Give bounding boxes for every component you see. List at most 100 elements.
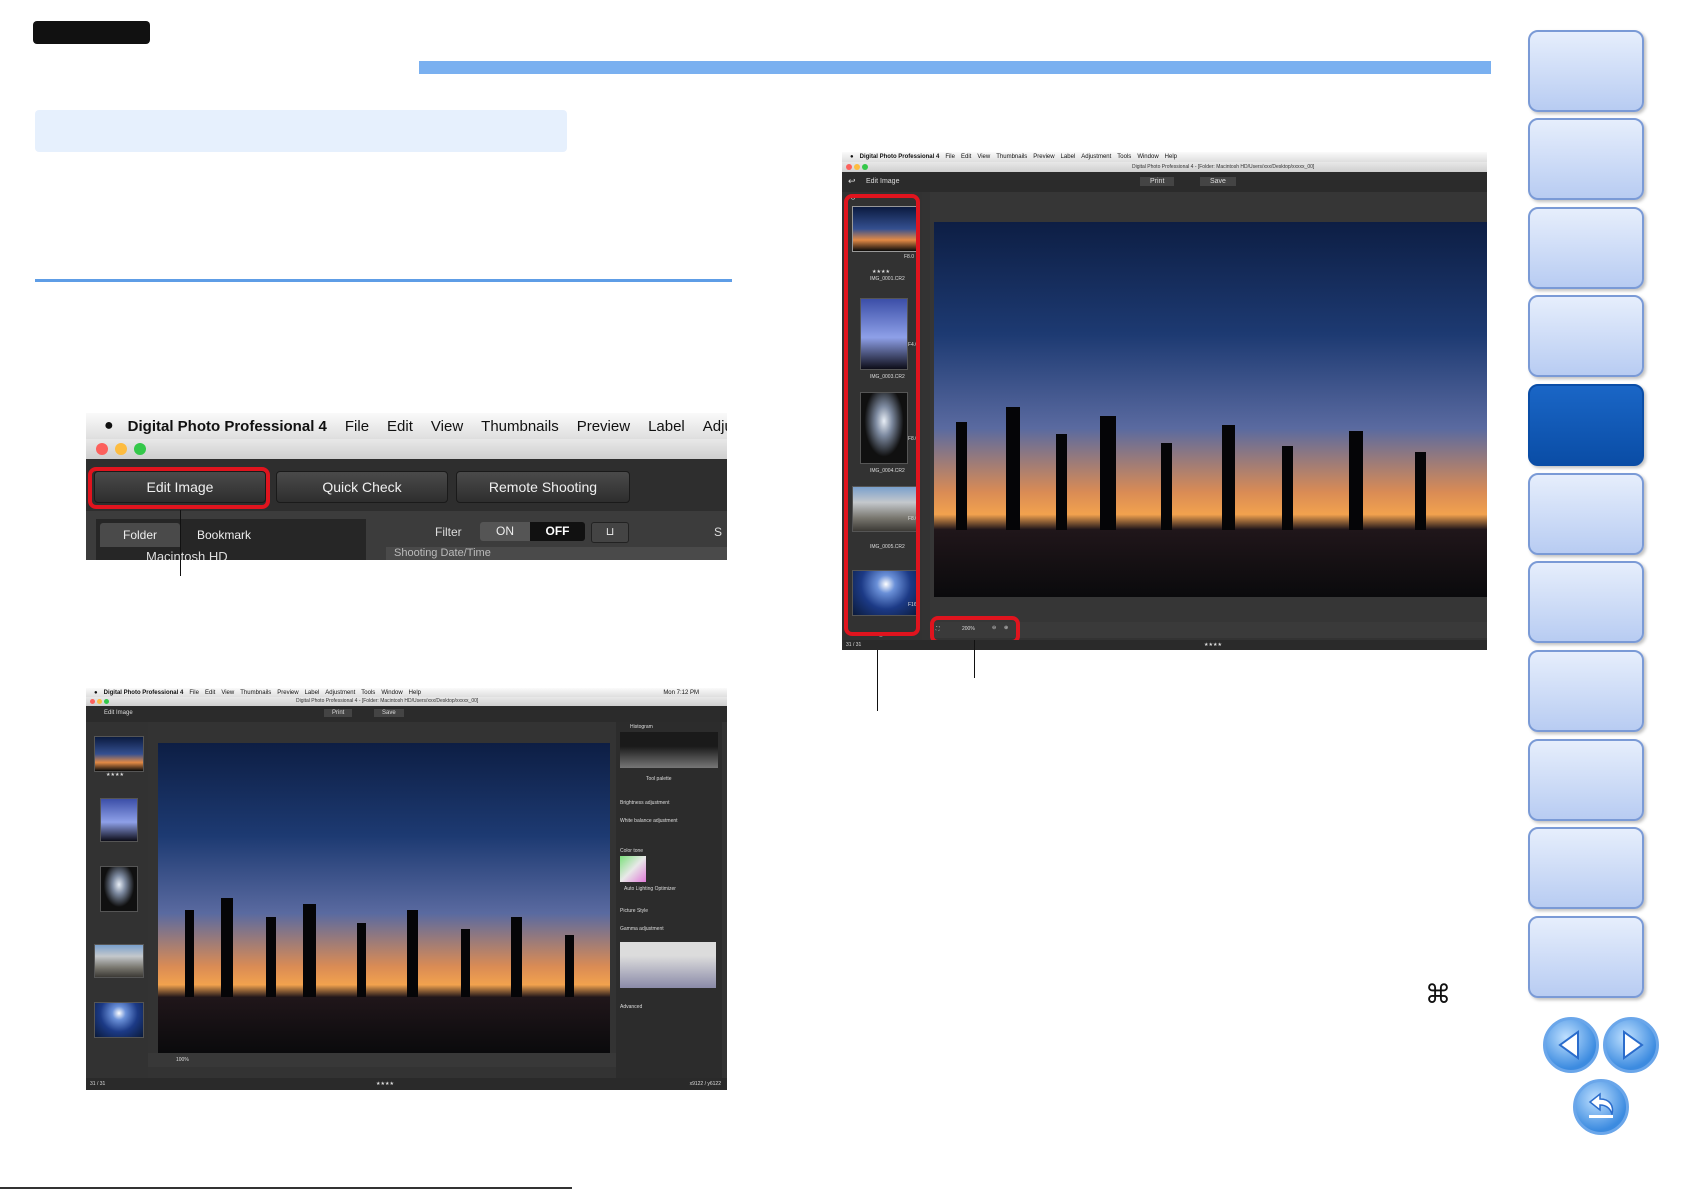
menu-preview[interactable]: Preview: [577, 418, 630, 435]
pixel-info: x9122 / y6122: [689, 1081, 721, 1087]
thumbnail[interactable]: [94, 944, 144, 978]
menu-edit[interactable]: Edit: [205, 690, 215, 696]
tab-folder[interactable]: Folder: [100, 523, 180, 547]
menu-app-name[interactable]: Digital Photo Professional 4: [104, 690, 184, 696]
tree-item-macintosh-hd[interactable]: Macintosh HD: [146, 549, 228, 560]
edit-image-leader: [180, 510, 181, 576]
remote-shooting-button[interactable]: Remote Shooting: [456, 471, 630, 503]
menu-label[interactable]: Label: [1061, 154, 1076, 160]
section-heading-box: [35, 110, 567, 152]
menu-thumbnails[interactable]: Thumbnails: [996, 154, 1027, 160]
menu-window[interactable]: Window: [1137, 154, 1158, 160]
brightness-label: Brightness adjustment: [620, 800, 670, 806]
thumbnail[interactable]: [94, 1002, 144, 1038]
apple-icon[interactable]: ●: [94, 690, 98, 696]
edit-image-mode-label[interactable]: Edit Image: [104, 710, 133, 716]
close-icon[interactable]: [96, 443, 108, 455]
close-icon[interactable]: [846, 164, 852, 170]
menu-file[interactable]: File: [189, 690, 199, 696]
minimize-icon[interactable]: [115, 443, 127, 455]
menu-thumbnails[interactable]: Thumbnails: [240, 690, 271, 696]
menu-label[interactable]: Label: [305, 690, 320, 696]
nav-tab-9[interactable]: [1528, 739, 1644, 821]
menu-view[interactable]: View: [221, 690, 234, 696]
menu-help[interactable]: Help: [1165, 154, 1177, 160]
menu-tools[interactable]: Tools: [361, 690, 375, 696]
menu-adjustment[interactable]: Adjustment: [325, 690, 355, 696]
zoom-controls-leader: [974, 640, 975, 678]
zoom-icon[interactable]: [862, 164, 868, 170]
back-icon[interactable]: ↩: [848, 176, 856, 187]
zoom-icon[interactable]: [104, 699, 109, 704]
apple-icon[interactable]: ●: [104, 417, 114, 435]
edit-image-mode-label[interactable]: Edit Image: [866, 178, 899, 185]
zoom-readout[interactable]: 100%: [176, 1057, 189, 1063]
rating-stars[interactable]: ★★★★: [1204, 642, 1222, 648]
close-icon[interactable]: [90, 699, 95, 704]
small-screenshot: ● Digital Photo Professional 4 File Edit…: [86, 688, 727, 1090]
minimize-icon[interactable]: [854, 164, 860, 170]
quick-check-button[interactable]: Quick Check: [276, 471, 448, 503]
histogram-graph: [620, 732, 718, 768]
filter-lock-icon[interactable]: ⊔: [591, 522, 629, 543]
crop-screenshot: ● Digital Photo Professional 4 File Edit…: [86, 413, 727, 560]
save-button[interactable]: Save: [1200, 177, 1236, 186]
menu-view[interactable]: View: [431, 418, 463, 435]
gamma-graph[interactable]: [620, 942, 716, 988]
thumbnail[interactable]: [100, 798, 138, 842]
small-status-bar: 31 / 31 ★★★★ x9122 / y6122: [86, 1078, 727, 1090]
apple-icon[interactable]: ●: [850, 154, 854, 160]
small-preview-image: [158, 743, 610, 1053]
thumbnail[interactable]: [100, 866, 138, 912]
nav-tab-8[interactable]: [1528, 650, 1644, 732]
rating-stars[interactable]: ★★★★: [376, 1081, 394, 1087]
print-button[interactable]: Print: [324, 709, 353, 717]
menu-file[interactable]: File: [345, 418, 369, 435]
minimize-icon[interactable]: [97, 699, 102, 704]
nav-tab-10[interactable]: [1528, 827, 1644, 909]
zoom-icon[interactable]: [134, 443, 146, 455]
tab-bookmark[interactable]: Bookmark: [184, 523, 264, 547]
crop-titlebar: [86, 439, 727, 459]
menu-label[interactable]: Label: [648, 418, 685, 435]
large-preview-image: [934, 222, 1487, 597]
menu-preview[interactable]: Preview: [277, 690, 298, 696]
nav-tab-6[interactable]: [1528, 473, 1644, 555]
filter-off-button[interactable]: OFF: [530, 522, 585, 541]
nav-tab-4[interactable]: [1528, 295, 1644, 377]
save-button[interactable]: Save: [374, 709, 404, 717]
nav-tab-2[interactable]: [1528, 118, 1644, 200]
color-matrix[interactable]: [620, 856, 646, 882]
menu-adjustment[interactable]: Adju: [703, 418, 727, 435]
previous-page-icon[interactable]: [1543, 1017, 1599, 1073]
menu-app-name[interactable]: Digital Photo Professional 4: [128, 418, 327, 435]
menu-view[interactable]: View: [977, 154, 990, 160]
small-bottom-bar: 100%: [148, 1053, 616, 1067]
return-icon[interactable]: [1573, 1079, 1629, 1135]
menu-thumbnails[interactable]: Thumbnails: [481, 418, 559, 435]
nav-tab-7[interactable]: [1528, 561, 1644, 643]
tree-silhouettes: [934, 380, 1487, 530]
print-button[interactable]: Print: [1140, 177, 1175, 186]
histogram-title: Histogram: [630, 724, 653, 730]
auto-lighting-label: Auto Lighting Optimizer: [624, 886, 676, 892]
next-page-icon[interactable]: [1603, 1017, 1659, 1073]
menu-help[interactable]: Help: [409, 690, 421, 696]
nav-tab-3[interactable]: [1528, 207, 1644, 289]
menu-edit[interactable]: Edit: [961, 154, 971, 160]
menu-edit[interactable]: Edit: [387, 418, 413, 435]
nav-tab-1[interactable]: [1528, 30, 1644, 112]
nav-tab-11[interactable]: [1528, 916, 1644, 998]
filter-on-button[interactable]: ON: [480, 522, 530, 541]
menu-app-name[interactable]: Digital Photo Professional 4: [860, 154, 940, 160]
large-screenshot: ● Digital Photo Professional 4 File Edit…: [842, 152, 1487, 650]
menu-file[interactable]: File: [945, 154, 955, 160]
menu-window[interactable]: Window: [381, 690, 402, 696]
menu-adjustment[interactable]: Adjustment: [1081, 154, 1111, 160]
menu-tools[interactable]: Tools: [1117, 154, 1131, 160]
thumbnail-strip-leader: [877, 650, 878, 711]
menu-preview[interactable]: Preview: [1033, 154, 1054, 160]
thumbnail[interactable]: [94, 736, 144, 772]
large-status-bar: 31 / 31 ★★★★: [842, 640, 1487, 650]
nav-tab-5-active[interactable]: [1528, 384, 1644, 466]
